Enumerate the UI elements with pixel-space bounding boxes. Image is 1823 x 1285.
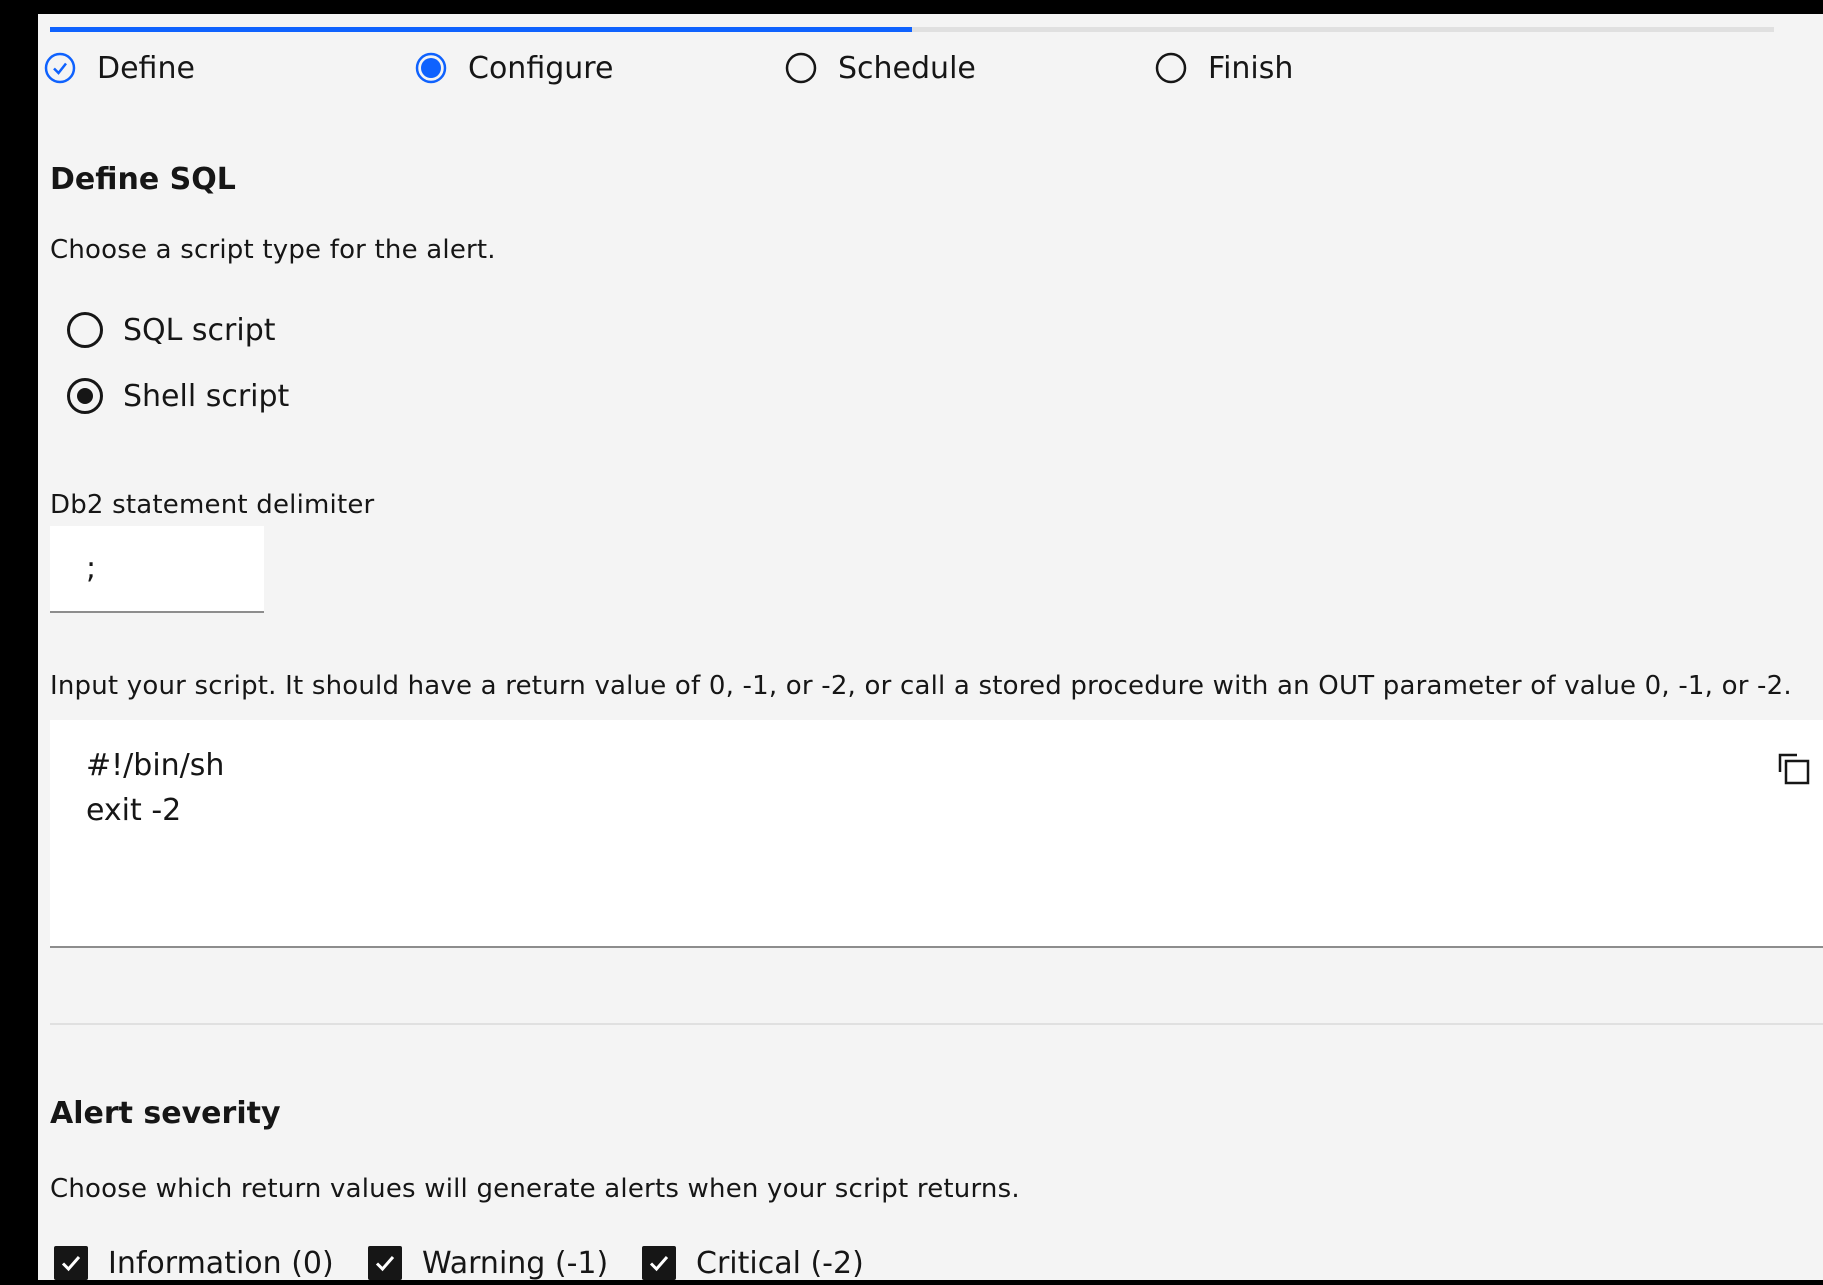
severity-helper: Choose which return values will generate… — [50, 1174, 1020, 1204]
radio-shell-script[interactable]: Shell script — [67, 374, 289, 418]
progress-fill — [50, 27, 912, 32]
incomplete-step-icon — [1155, 52, 1187, 84]
checkbox-critical[interactable]: Critical (-2) — [642, 1241, 864, 1285]
radio-button-selected[interactable] — [67, 378, 103, 414]
checkmark-icon — [649, 1256, 669, 1272]
step-configure[interactable]: Configure — [414, 48, 613, 88]
checkbox-information[interactable]: Information (0) — [54, 1241, 334, 1285]
alert-severity-heading: Alert severity — [50, 1096, 281, 1131]
define-sql-heading: Define SQL — [50, 162, 236, 197]
radio-dot — [77, 388, 93, 404]
step-label: Configure — [468, 50, 614, 86]
checkbox-warning[interactable]: Warning (-1) — [368, 1241, 608, 1285]
checkbox-checked[interactable] — [368, 1246, 402, 1280]
delimiter-label: Db2 statement delimiter — [50, 490, 375, 520]
radio-label: Shell script — [123, 378, 290, 414]
radio-sql-script[interactable]: SQL script — [67, 308, 276, 352]
current-step-icon — [415, 52, 447, 84]
checkbox-checked[interactable] — [642, 1246, 676, 1280]
copy-icon[interactable] — [1775, 750, 1813, 788]
checkmark-icon — [375, 1256, 395, 1272]
radio-label: SQL script — [123, 312, 276, 348]
checkmark-outline-icon — [44, 52, 76, 84]
section-divider — [50, 1023, 1823, 1025]
script-helper: Input your script. It should have a retu… — [50, 671, 1792, 701]
checkmark-icon — [61, 1256, 81, 1272]
alert-wizard-panel: Define Configure Schedule Finish Define … — [38, 14, 1823, 1281]
step-define[interactable]: Define — [43, 48, 195, 88]
step-finish[interactable]: Finish — [1154, 48, 1293, 88]
code-line: #!/bin/sh — [86, 748, 225, 783]
step-schedule[interactable]: Schedule — [784, 48, 976, 88]
checkbox-label: Information (0) — [108, 1245, 334, 1281]
checkbox-checked[interactable] — [54, 1246, 88, 1280]
step-label: Finish — [1208, 50, 1294, 86]
script-editor[interactable]: #!/bin/sh exit -2 — [50, 720, 1823, 948]
step-label: Define — [97, 50, 195, 86]
script-type-helper: Choose a script type for the alert. — [50, 235, 496, 265]
step-label: Schedule — [838, 50, 976, 86]
incomplete-step-icon — [785, 52, 817, 84]
checkbox-label: Critical (-2) — [696, 1245, 864, 1281]
progress-track — [50, 27, 1774, 32]
radio-button-unselected[interactable] — [67, 312, 103, 348]
checkbox-label: Warning (-1) — [422, 1245, 609, 1281]
delimiter-input[interactable] — [50, 526, 264, 613]
code-line: exit -2 — [86, 793, 182, 828]
